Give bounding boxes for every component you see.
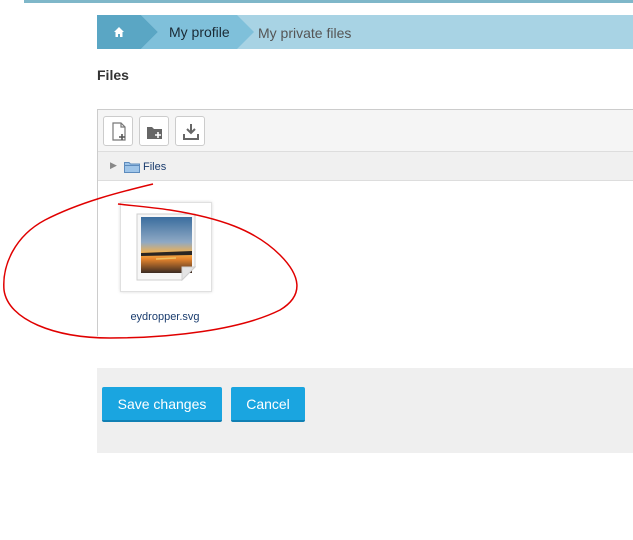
add-file-icon: [112, 122, 126, 141]
expand-arrow-icon[interactable]: ▶: [110, 160, 117, 171]
download-button[interactable]: [175, 116, 205, 146]
red-annotation-circle: [3, 183, 298, 339]
breadcrumb-home[interactable]: [97, 15, 141, 49]
form-actions: Save changes Cancel: [97, 368, 633, 453]
save-changes-button[interactable]: Save changes: [102, 387, 222, 422]
top-accent-bar: [24, 0, 633, 3]
create-folder-button[interactable]: [139, 116, 169, 146]
download-icon: [183, 124, 199, 140]
add-file-button[interactable]: [103, 116, 133, 146]
breadcrumb: My profile My private files: [97, 15, 633, 49]
breadcrumb-separator: [141, 15, 158, 49]
breadcrumb-label-my-profile[interactable]: My profile: [169, 24, 230, 40]
path-label[interactable]: Files: [143, 161, 166, 173]
home-icon: [114, 27, 124, 37]
file-manager-path-bar: ▶ Files: [98, 152, 633, 181]
create-folder-icon: [147, 127, 162, 139]
folder-icon: [124, 162, 140, 173]
breadcrumb-separator: [237, 15, 254, 49]
breadcrumb-label-private-files: My private files: [258, 25, 352, 41]
page-title: Files: [97, 67, 129, 83]
file-manager-toolbar: [98, 110, 633, 152]
cancel-button[interactable]: Cancel: [231, 387, 305, 422]
